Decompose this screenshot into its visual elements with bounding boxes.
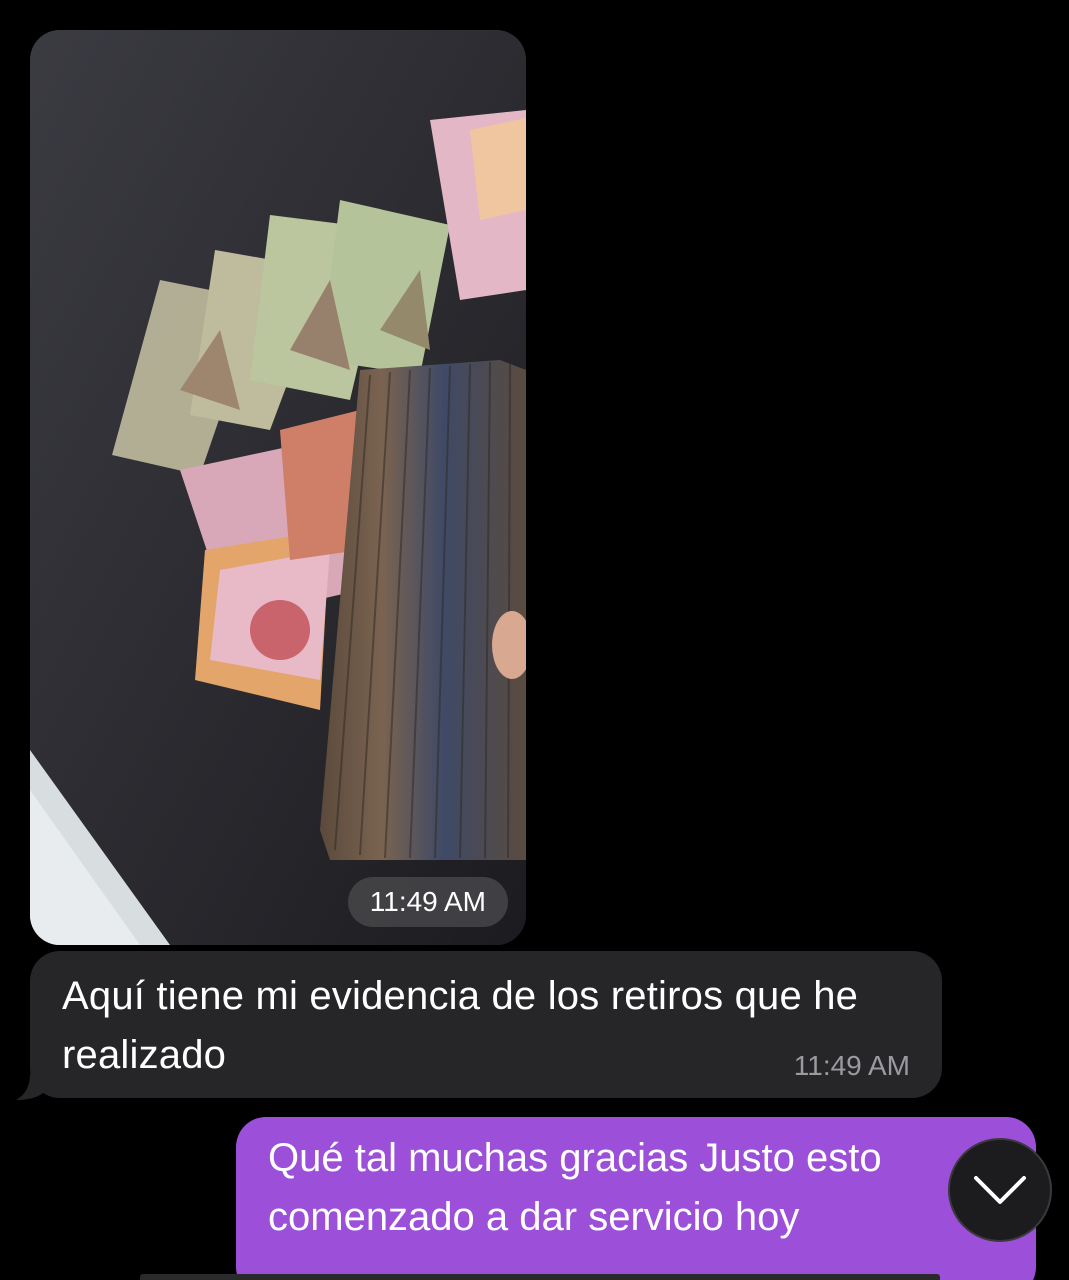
outgoing-message-text: Qué tal muchas gracias Justo esto comenz…	[268, 1136, 882, 1239]
incoming-message[interactable]: Aquí tiene mi evidencia de los retiros q…	[30, 951, 942, 1098]
photo-message[interactable]: 11:49 AM	[30, 30, 526, 945]
chevron-down-icon	[974, 1176, 1026, 1204]
photo-banknotes	[30, 30, 526, 945]
incoming-message-timestamp: 11:49 AM	[793, 1050, 910, 1081]
scroll-to-bottom-button[interactable]	[948, 1138, 1052, 1242]
outgoing-message[interactable]: Qué tal muchas gracias Justo esto comenz…	[236, 1117, 1036, 1280]
photo-timestamp: 11:49 AM	[347, 877, 508, 927]
composer-edge	[140, 1274, 940, 1280]
chat-thread: 11:49 AM Aquí tiene mi evidencia de los …	[0, 0, 1069, 1280]
